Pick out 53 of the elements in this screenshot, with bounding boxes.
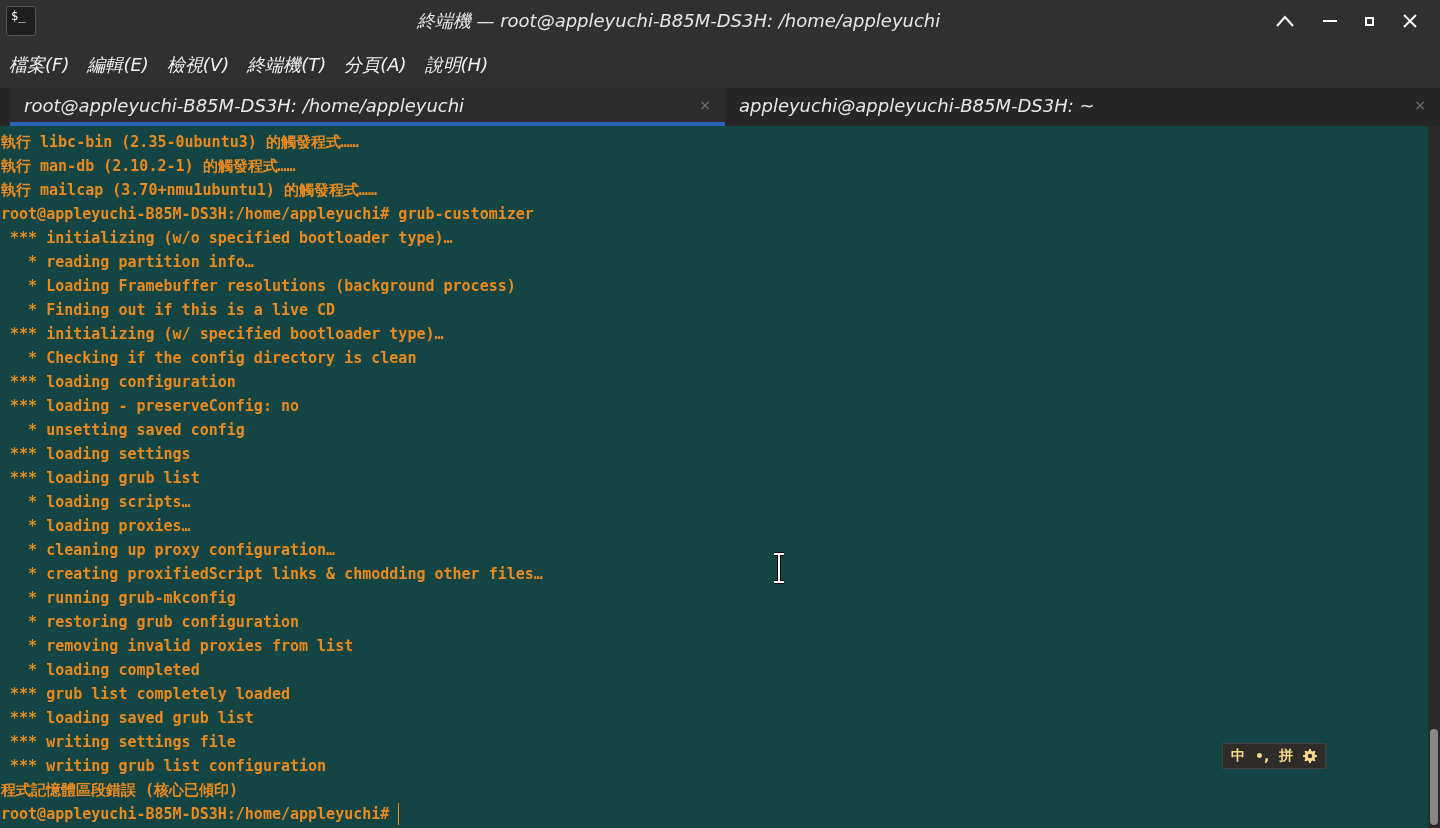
close-icon[interactable] — [1402, 13, 1418, 29]
terminal-line: * Loading Framebuffer resolutions (background process) — [27, 276, 516, 297]
terminal-line: * removing invalid proxies from list — [27, 636, 354, 657]
terminal-line: * loading proxies… — [27, 516, 191, 537]
terminal-line: *** loading grub list — [9, 468, 200, 489]
terminal-line: * Finding out if this is a live CD — [27, 300, 336, 321]
window-title: 終端機 — root@appleyuchi-B85M-DS3H: /home/appleyuchi — [415, 9, 942, 33]
terminal-line: *** initializing (w/ specified bootloader type)… — [9, 324, 444, 345]
terminal-line: *** loading - preserveConfig: no — [9, 396, 299, 417]
terminal-line: * loading scripts… — [27, 492, 191, 513]
terminal-line: * cleaning up proxy configuration… — [27, 540, 336, 561]
terminal-line: * unsetting saved config — [27, 420, 245, 441]
menu-item[interactable]: 分頁(A) — [343, 51, 408, 79]
ime-button[interactable]: 拼 — [1279, 747, 1294, 765]
terminal-line: *** writing settings file — [9, 732, 236, 753]
terminal-line: * creating proxifiedScript links & chmodding other files… — [27, 564, 543, 585]
text-cursor-icon — [772, 552, 786, 584]
text-cursor — [398, 803, 400, 825]
terminal-line: root@appleyuchi-B85M-DS3H:/home/appleyuchi# grub-customizer — [1, 204, 534, 225]
terminal-line: 程式記憶體區段錯誤 (核心已傾印) — [1, 780, 239, 801]
scrollbar[interactable] — [1428, 126, 1440, 828]
minimize-icon[interactable] — [1323, 19, 1337, 23]
terminal-line: * running grub-mkconfig — [27, 588, 236, 609]
tab-label[interactable]: appleyuchi@appleyuchi-B85M-DS3H: ~ — [739, 94, 1415, 116]
terminal-line: *** initializing (w/o specified bootloader type)… — [9, 228, 453, 249]
terminal-area[interactable] — [0, 126, 1440, 828]
menu-item[interactable]: 檔案(F) — [8, 51, 71, 79]
app-icon[interactable]: $_ — [6, 6, 36, 36]
terminal-line: * Checking if the config directory is clean — [27, 348, 417, 369]
terminal-line: 執行 libc-bin (2.35-0ubuntu3) 的觸發程式…… — [1, 132, 359, 153]
terminal-line: 執行 mailcap (3.70+nmu1ubuntu1) 的觸發程式…… — [1, 180, 377, 201]
tab[interactable]: root@appleyuchi-B85M-DS3H: /home/appleyuchi × — [10, 88, 725, 126]
terminal-prompt: root@appleyuchi-B85M-DS3H:/home/appleyuchi# — [1, 804, 390, 825]
menu-item[interactable]: 終端機(T) — [246, 51, 328, 79]
menu-item[interactable]: 編輯(E) — [86, 51, 150, 79]
terminal-line: * reading partition info… — [27, 252, 254, 273]
terminal-line: * restoring grub configuration — [27, 612, 299, 633]
scrollbar-thumb[interactable] — [1430, 729, 1438, 825]
tab-label[interactable]: root@appleyuchi-B85M-DS3H: /home/appleyuchi — [24, 94, 700, 116]
terminal-line: *** loading saved grub list — [9, 708, 254, 729]
terminal-line: *** loading configuration — [9, 372, 236, 393]
maximize-icon[interactable] — [1365, 16, 1374, 26]
ime-button[interactable]: •, — [1255, 748, 1270, 764]
menu-item[interactable]: 說明(H) — [423, 51, 490, 79]
settings-icon[interactable] — [1303, 749, 1318, 763]
caret-up-icon[interactable] — [1275, 14, 1295, 28]
ime-button[interactable]: 中 — [1231, 747, 1245, 765]
terminal-line: 執行 man-db (2.10.2-1) 的觸發程式…… — [1, 156, 296, 177]
terminal-line: *** writing grub list configuration — [9, 756, 327, 777]
menu-item[interactable]: 檢視(V) — [165, 51, 231, 79]
terminal-line: *** grub list completely loaded — [9, 684, 290, 705]
terminal-line: *** loading settings — [9, 444, 191, 465]
terminal-line: * loading completed — [27, 660, 200, 681]
